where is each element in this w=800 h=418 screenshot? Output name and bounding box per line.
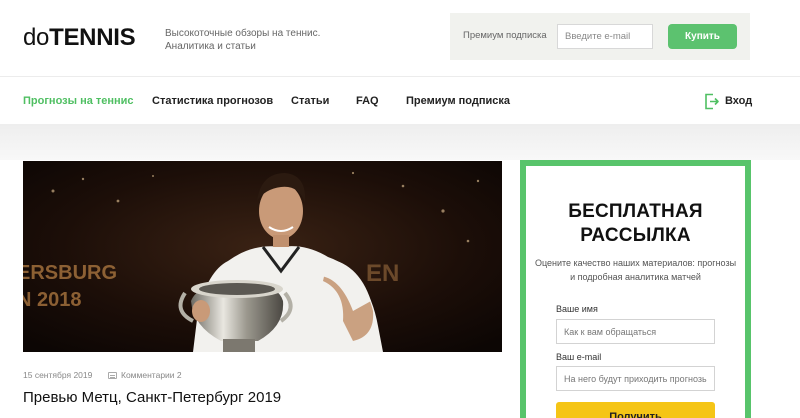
logo-main: TENNIS [49,24,136,51]
logo-prefix: do [23,24,50,51]
article-date: 15 сентября 2019 [23,370,93,380]
login-icon [705,93,719,109]
login-label: Вход [725,95,753,107]
photo-text-1: ERSBURG [23,262,117,284]
article-comments-label: Комментарии 2 [121,370,182,380]
buy-button[interactable]: Купить [668,24,737,49]
login-link[interactable]: Вход [704,90,752,112]
name-input[interactable] [556,319,715,344]
nav-item-predictions[interactable]: Прогнозы на теннис [23,95,134,107]
article-title[interactable]: Превью Метц, Санкт-Петербург 2019 [23,389,281,406]
site-logo[interactable]: doTENNIS [23,24,136,52]
nav-item-articles[interactable]: Статьи [291,95,329,107]
email-label: Ваш e-mail [556,352,602,362]
section-divider-band [0,124,800,160]
site-tagline: Высокоточные обзоры на теннис. Аналитика… [165,28,321,52]
comment-icon [108,371,117,379]
newsletter-box: БЕСПЛАТНАЯ РАССЫЛКА Оцените качество наш… [520,160,751,418]
premium-subscription-box: Премиум подписка Купить [450,13,750,60]
email-input[interactable] [556,366,715,391]
site-header: doTENNIS Высокоточные обзоры на теннис. … [0,0,800,76]
article-comments[interactable]: Комментарии 2 [108,370,182,380]
article-image[interactable]: ERSBURG N 2018 EN [23,161,502,352]
name-label: Ваше имя [556,304,598,314]
nav-item-faq[interactable]: FAQ [356,95,379,107]
newsletter-title-line2: РАССЫЛКА [580,225,691,246]
photo-text-3: EN [366,260,399,287]
tennis-player-photo: ERSBURG N 2018 EN [23,161,502,352]
newsletter-title: БЕСПЛАТНАЯ РАССЫЛКА [526,200,745,248]
premium-label: Премиум подписка [463,30,547,41]
nav-item-statistics[interactable]: Статистика прогнозов [152,95,273,107]
main-nav: Прогнозы на теннис Статистика прогнозов … [0,76,800,124]
subscribe-button[interactable]: Получить [556,402,715,418]
premium-email-input[interactable] [557,24,653,49]
photo-text-2: N 2018 [23,289,82,311]
newsletter-description: Оцените качество наших материалов: прогн… [534,258,737,282]
nav-item-premium[interactable]: Премиум подписка [406,95,510,107]
newsletter-title-line1: БЕСПЛАТНАЯ [568,201,703,222]
